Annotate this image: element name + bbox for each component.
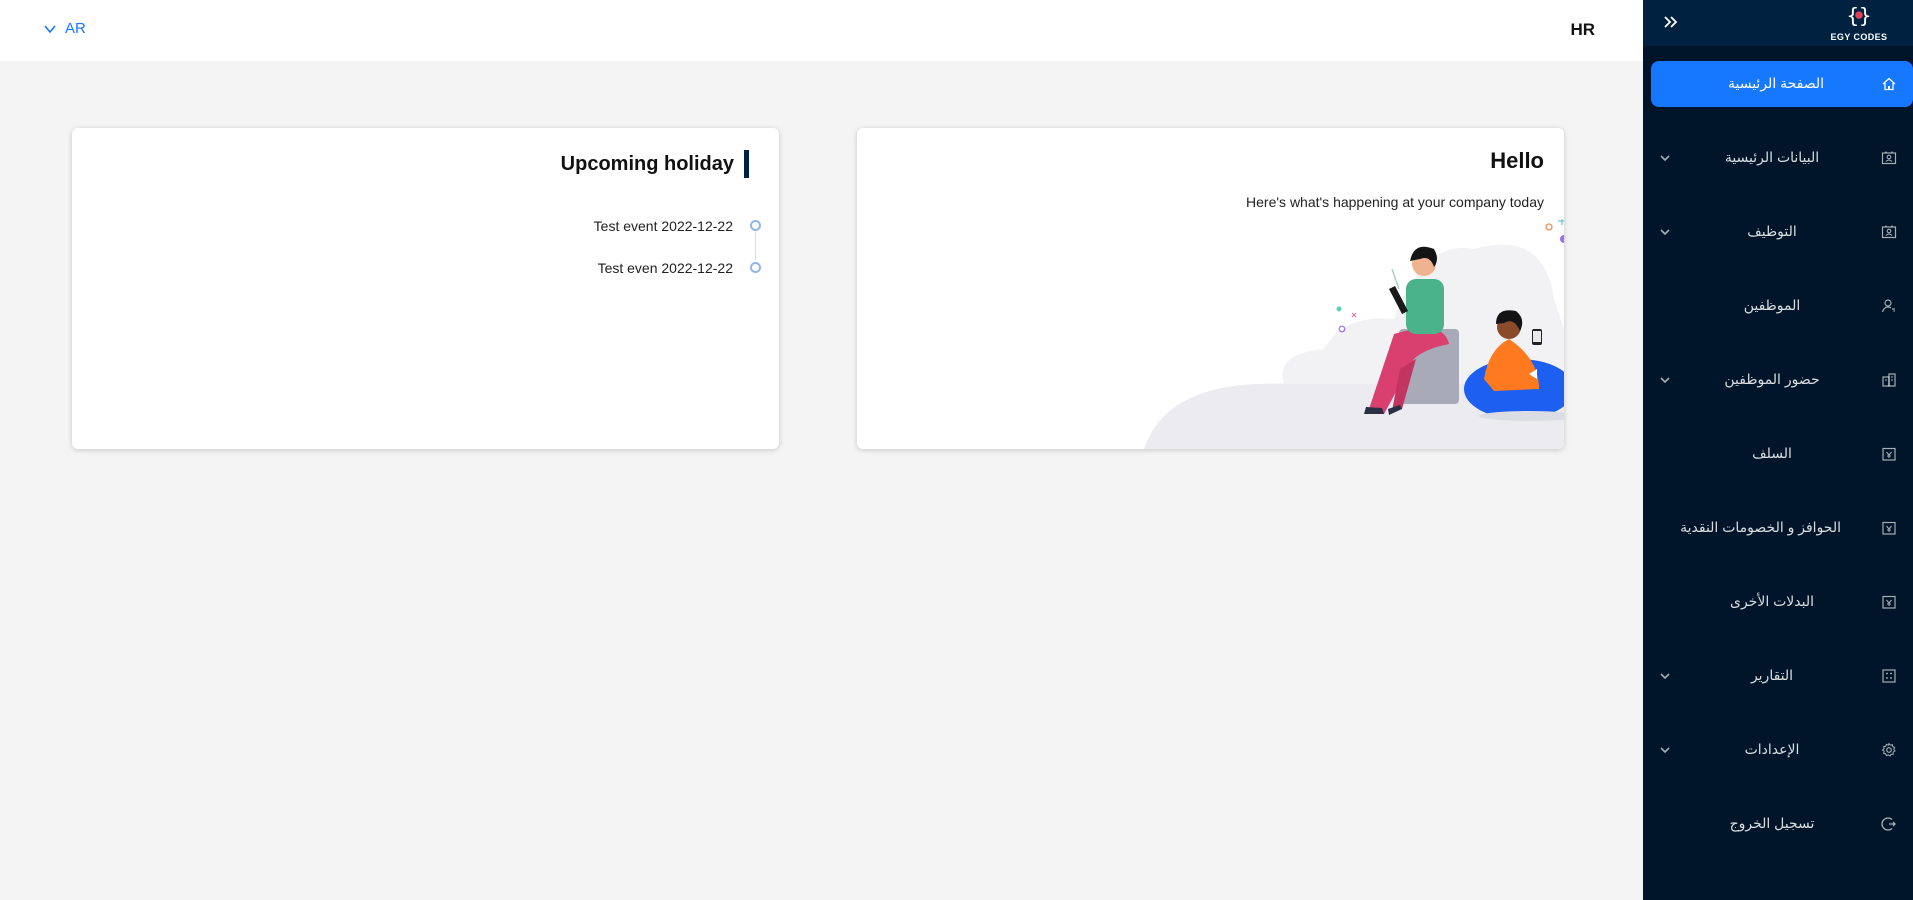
holiday-title: Upcoming holiday: [560, 152, 734, 175]
sidebar-item-label: تسجيل الخروج: [1729, 815, 1815, 831]
timeline-connector: [755, 232, 756, 260]
hello-subtitle: Here's what's happening at your company …: [1246, 194, 1544, 210]
chevron-down-icon: [1660, 673, 1670, 680]
logo-icon: {}: [1847, 4, 1872, 28]
sidebar-top: {} EGY CODES: [1643, 0, 1913, 46]
sidebar-menu: الصفحة الرئيسية البيانات الرئيسية التوظي…: [1643, 61, 1913, 875]
holiday-title-wrap: Upcoming holiday: [561, 150, 749, 178]
sidebar-item-allowances[interactable]: البدلات الأخرى: [1643, 579, 1913, 625]
gear-icon: [1881, 742, 1896, 757]
sidebar-item-master-data[interactable]: البيانات الرئيسية: [1643, 135, 1913, 181]
double-chevron-right-icon[interactable]: [1659, 10, 1683, 34]
language-selector[interactable]: AR: [43, 20, 86, 37]
sidebar-item-label: البدلات الأخرى: [1730, 593, 1814, 609]
sidebar-item-settings[interactable]: الإعدادات: [1643, 727, 1913, 773]
sidebar-item-label: السلف: [1752, 445, 1792, 461]
sidebar: {} EGY CODES الصفحة الرئيسية البيانات ال…: [1643, 0, 1913, 900]
timeline-item-text: Test event 2022-12-22: [593, 218, 733, 234]
sidebar-item-label: التوظيف: [1747, 223, 1797, 239]
sidebar-item-employees[interactable]: الموظفين: [1643, 283, 1913, 329]
contacts-icon: [1881, 225, 1897, 239]
chevron-down-icon: [1660, 747, 1670, 754]
chevron-down-icon: [44, 24, 56, 33]
logo: {} EGY CODES: [1827, 2, 1891, 42]
holiday-timeline: Test event 2022-12-22 Test even 2022-12-…: [594, 218, 761, 302]
timeline-dot: [750, 220, 761, 231]
app-title: HR: [1570, 20, 1595, 39]
logout-icon: [1881, 817, 1896, 831]
sidebar-item-label: الحوافز و الخصومات النقدية: [1680, 519, 1841, 535]
sidebar-item-advances[interactable]: السلف: [1643, 431, 1913, 477]
people-illustration: [1144, 219, 1564, 449]
title-accent-bar: [744, 150, 749, 178]
report-icon: [1882, 669, 1896, 683]
sidebar-item-home[interactable]: الصفحة الرئيسية: [1651, 61, 1913, 107]
sidebar-item-label: الإعدادات: [1744, 741, 1800, 757]
sidebar-item-label: حضور الموظفين: [1724, 371, 1820, 387]
money-icon: [1882, 595, 1896, 609]
sidebar-item-recruitment[interactable]: التوظيف: [1643, 209, 1913, 255]
sidebar-item-logout[interactable]: تسجيل الخروج: [1643, 801, 1913, 847]
user-switch-icon: [1881, 299, 1895, 313]
home-icon: [1882, 77, 1896, 91]
timeline-dot: [750, 262, 761, 273]
hello-card: Hello Here's what's happening at your co…: [857, 128, 1564, 449]
sidebar-item-label: الموظفين: [1743, 297, 1801, 313]
upcoming-holiday-card: Upcoming holiday Test event 2022-12-22 T…: [72, 128, 779, 449]
timeline-item: Test event 2022-12-22: [594, 218, 761, 260]
chevron-down-icon: [1660, 377, 1670, 384]
timeline-item-text: Test even 2022-12-22: [597, 260, 733, 276]
sidebar-item-incentives[interactable]: الحوافز و الخصومات النقدية: [1643, 505, 1913, 551]
sidebar-item-attendance[interactable]: حضور الموظفين: [1643, 357, 1913, 403]
money-icon: [1882, 521, 1896, 535]
sidebar-item-reports[interactable]: التقارير: [1643, 653, 1913, 699]
attendance-icon: [1882, 373, 1896, 387]
money-icon: [1882, 447, 1896, 461]
contacts-icon: [1881, 151, 1897, 165]
sidebar-item-label: الصفحة الرئيسية: [1727, 75, 1825, 91]
sidebar-item-label: التقارير: [1750, 667, 1794, 683]
language-label: AR: [65, 20, 86, 37]
timeline-item: Test even 2022-12-22: [594, 260, 761, 302]
top-header: AR HR: [0, 0, 1643, 61]
chevron-down-icon: [1660, 155, 1670, 162]
hello-title: Hello: [1490, 148, 1544, 173]
chevron-down-icon: [1660, 229, 1670, 236]
sidebar-item-label: البيانات الرئيسية: [1724, 149, 1820, 165]
logo-text: EGY CODES: [1830, 32, 1888, 42]
